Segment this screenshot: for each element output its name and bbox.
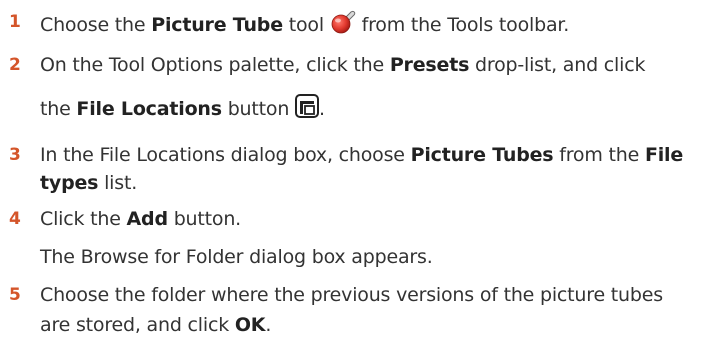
ui-term: types: [40, 172, 99, 194]
step-text: In the File Locations dialog box, choose…: [40, 144, 684, 166]
step-text: The Browse for Folder dialog box appears…: [40, 246, 433, 268]
ui-term: OK: [234, 314, 266, 336]
ui-term: Picture Tube: [151, 14, 283, 36]
step-text: the File Locations button .: [40, 94, 325, 125]
step-number: 2: [9, 55, 21, 75]
step-text: Choose the Picture Tube tool from the To…: [40, 9, 569, 42]
step-text: are stored, and click OK.: [40, 314, 272, 336]
step-number: 3: [9, 145, 21, 165]
ui-term: Presets: [389, 54, 470, 76]
step-number: 5: [9, 285, 21, 305]
step-text: Choose the folder where the previous ver…: [40, 284, 663, 306]
ui-term: File Locations: [76, 98, 222, 120]
picture-tube-tool-icon: [330, 9, 356, 42]
file-locations-button-icon: [295, 94, 320, 125]
step-number: 1: [9, 12, 21, 32]
ui-term: Add: [126, 208, 169, 230]
step-text: types list.: [40, 172, 138, 194]
step-text: Click the Add button.: [40, 208, 242, 230]
ui-term: Picture Tubes: [410, 144, 554, 166]
step-text: On the Tool Options palette, click the P…: [40, 54, 646, 76]
step-number: 4: [9, 209, 21, 229]
ui-term: File: [644, 144, 684, 166]
